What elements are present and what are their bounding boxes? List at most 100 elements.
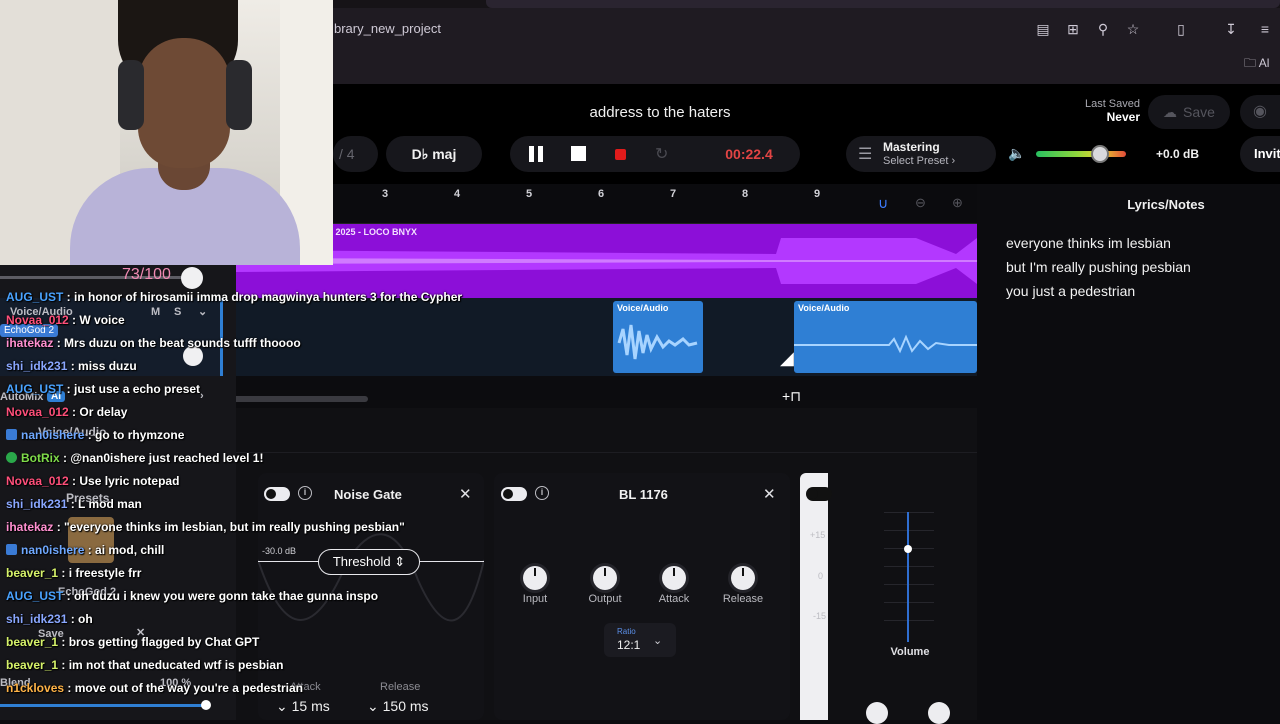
mastering-preset[interactable]: Select Preset › — [883, 155, 955, 167]
close-icon[interactable]: ✕ — [763, 485, 776, 503]
track-volume-knob[interactable] — [181, 267, 203, 289]
lyric-line[interactable]: but I'm really pushing pesbian — [1006, 259, 1191, 275]
effect-toggle[interactable] — [806, 487, 832, 501]
close-icon[interactable]: ✕ — [459, 485, 472, 503]
vocal-clip[interactable]: Voice/Audio — [794, 301, 977, 373]
attack-value[interactable]: ⌄ 15 ms — [276, 698, 330, 715]
master-volume-slider[interactable] — [1036, 151, 1126, 157]
chat-text: : im not that uneducated wtf is pesbian — [58, 658, 284, 672]
lyric-line[interactable]: everyone thinks im lesbian — [1006, 235, 1171, 251]
bookmark-label: Al — [1258, 56, 1270, 70]
ruler-tick: 4 — [454, 188, 461, 200]
project-title[interactable]: address to the haters — [560, 104, 760, 121]
lyrics-title: Lyrics/Notes — [1127, 197, 1205, 212]
chat-message: AUG_UST : just use a echo preset — [6, 382, 200, 396]
webcam-person-face — [138, 38, 230, 168]
threshold-control[interactable]: Threshold ⇕ — [318, 549, 420, 575]
input-knob[interactable] — [523, 566, 547, 590]
chat-username: shi_idk231 — [6, 497, 68, 511]
add-track-cursor-icon: +⊓ — [782, 388, 802, 404]
zoom-out-icon[interactable]: ⊖ — [915, 195, 926, 211]
volume-fader[interactable] — [907, 512, 909, 642]
stop-button[interactable] — [571, 146, 586, 161]
ruler-tick: 8 — [742, 188, 749, 200]
bl1176-toggle[interactable] — [501, 487, 527, 501]
info-icon[interactable]: i — [535, 486, 549, 500]
save-button[interactable]: ☁ Save — [1148, 95, 1230, 129]
scale-label: +15 — [810, 530, 826, 540]
chat-username: Novaa_012 — [6, 313, 69, 327]
chat-text: : i freestyle frr — [58, 566, 142, 580]
chat-username: AUG_UST — [6, 382, 64, 396]
zoom-in-icon[interactable]: ⊕ — [952, 195, 963, 211]
horizontal-scrollbar[interactable] — [224, 396, 368, 402]
chat-message: beaver_1 : bros getting flagged by Chat … — [6, 635, 259, 649]
clip-waveform — [617, 324, 698, 360]
record-button[interactable] — [615, 149, 626, 160]
info-icon[interactable]: i — [298, 486, 312, 500]
invite-button[interactable]: Invit — [1240, 136, 1280, 172]
chevron-down-icon[interactable]: ⌄ — [198, 305, 207, 318]
address-bar-url[interactable]: brary_new_project — [334, 21, 441, 36]
noise-gate-toggle[interactable] — [264, 487, 290, 501]
menu-icon[interactable]: ≡ — [1256, 20, 1274, 38]
release-value[interactable]: ⌄ 150 ms — [367, 698, 429, 715]
cloud-upload-icon: ☁ — [1163, 103, 1178, 120]
width-knob[interactable] — [928, 702, 950, 724]
blend-slider[interactable] — [0, 704, 206, 707]
chat-text: : ai mod, chill — [84, 543, 165, 557]
reader-mode-icon[interactable]: ▤ — [1034, 20, 1052, 38]
password-key-icon[interactable]: ⚲ — [1094, 20, 1112, 38]
fader-tick — [884, 584, 934, 585]
output-knob[interactable] — [593, 566, 617, 590]
chat-badge-icon — [6, 544, 17, 555]
solo-button[interactable]: S — [174, 306, 181, 318]
fader-tick — [884, 620, 934, 621]
loop-icon[interactable]: ↻ — [655, 144, 668, 164]
key-selector[interactable]: D♭ maj — [386, 136, 482, 172]
speaker-icon[interactable]: 🔈 — [1008, 145, 1025, 162]
vocal-clip[interactable]: Voice/Audio — [613, 301, 703, 373]
sliders-icon: ☰ — [858, 146, 873, 163]
chat-badge-icon — [6, 452, 17, 463]
active-tab[interactable] — [486, 0, 1280, 8]
chat-username: beaver_1 — [6, 635, 59, 649]
extensions-icon[interactable]: ▯ — [1172, 20, 1190, 38]
next-effect-panel[interactable] — [800, 473, 828, 720]
globe-icon[interactable]: ◉ — [1240, 95, 1280, 129]
chat-text: : @nan0ishere just reached level 1! — [59, 451, 264, 465]
download-icon[interactable]: ↧ — [1222, 20, 1240, 38]
lyric-line[interactable]: you just a pedestrian — [1006, 283, 1135, 299]
pause-button[interactable] — [529, 146, 545, 162]
chevron-right-icon[interactable]: › — [200, 390, 204, 402]
knob-label: Output — [588, 593, 622, 605]
bookmark-star-icon[interactable]: ☆ — [1124, 20, 1142, 38]
chevron-updown-icon: ⇕ — [394, 554, 406, 569]
folder-icon: 🗀 — [1244, 56, 1257, 70]
attack-knob[interactable] — [662, 566, 686, 590]
mute-button[interactable]: M — [151, 306, 160, 318]
clip-waveform — [794, 334, 977, 354]
chat-message: BotRix : @nan0ishere just reached level … — [6, 451, 263, 465]
chat-text: : bros getting flagged by Chat GPT — [58, 635, 260, 649]
time-signature[interactable]: / 4 — [333, 136, 378, 172]
pan-knob[interactable] — [866, 702, 888, 724]
chat-message: n1ckloves : move out of the way you're a… — [6, 681, 303, 695]
snap-magnet-icon[interactable]: ∪ — [878, 195, 888, 212]
knob-label: Release — [722, 593, 764, 605]
volume-fader-knob[interactable] — [904, 545, 912, 553]
master-volume-knob[interactable] — [1090, 145, 1109, 163]
chat-text: : in honor of hirosamii imma drop magwin… — [63, 290, 463, 304]
ratio-value: 12:1 — [617, 638, 641, 652]
chat-username: nan0ishere — [21, 428, 85, 442]
headphones-icon — [226, 60, 252, 130]
browser-toolbar — [333, 0, 1280, 84]
install-app-icon[interactable]: ⊞ — [1064, 20, 1082, 38]
threshold-label: Threshold — [332, 554, 391, 569]
knob-label: Input — [522, 593, 548, 605]
bookmarks-folder[interactable]: 🗀 Al — [1244, 54, 1269, 75]
chevron-down-icon: ⌄ — [367, 698, 383, 714]
blend-slider-knob[interactable] — [201, 700, 211, 710]
chat-badge-icon — [6, 429, 17, 440]
release-knob[interactable] — [731, 566, 755, 590]
